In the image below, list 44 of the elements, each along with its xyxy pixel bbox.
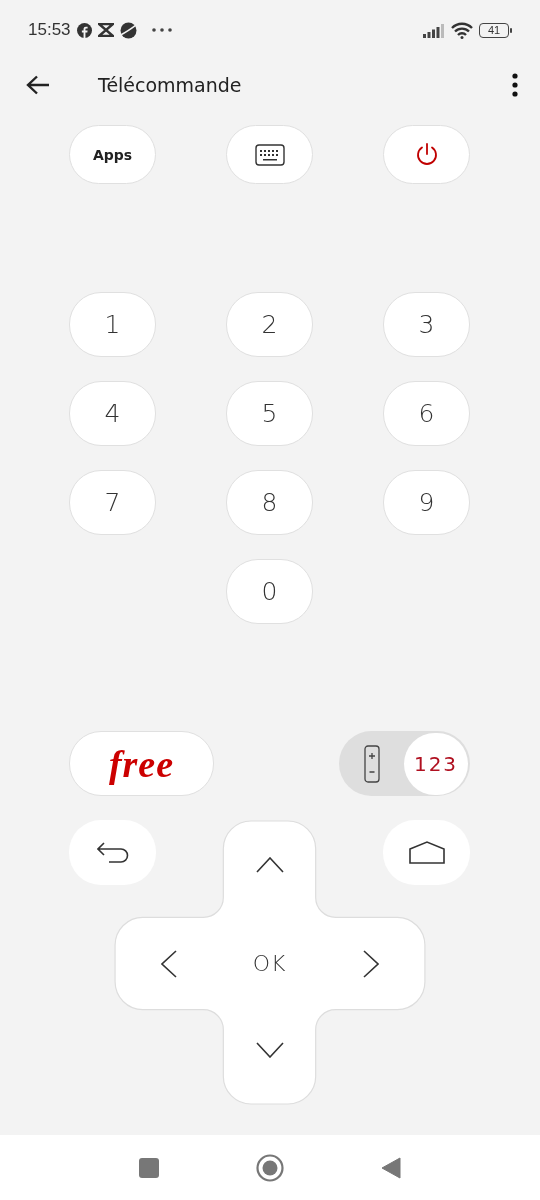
digit-key[interactable]: 5 xyxy=(226,381,313,446)
up-button[interactable] xyxy=(255,856,284,873)
menu-button[interactable] xyxy=(510,73,520,97)
back-nav-button[interactable] xyxy=(381,1156,401,1179)
screen-title: Télécommande xyxy=(98,74,243,96)
menu-icon xyxy=(512,73,518,97)
planet-icon xyxy=(119,21,137,39)
digit-key[interactable]: 6 xyxy=(383,381,470,446)
apps-button[interactable]: Apps xyxy=(69,125,156,184)
digit-key[interactable]: 4 xyxy=(69,381,156,446)
chevron-down-icon xyxy=(255,1041,284,1058)
free-logo-button[interactable]: free xyxy=(69,731,214,796)
chevron-right-icon xyxy=(363,949,379,978)
digit-key[interactable]: 7 xyxy=(69,470,156,535)
digit-key[interactable]: 2 xyxy=(226,292,313,357)
ok-button[interactable]: OK xyxy=(252,951,287,976)
remote-volume-icon xyxy=(364,744,380,783)
facebook-icon xyxy=(76,22,92,38)
home-icon xyxy=(408,841,445,864)
triangle-icon xyxy=(381,1156,401,1179)
down-button[interactable] xyxy=(255,1041,284,1058)
square-icon xyxy=(139,1157,159,1178)
home-nav-button[interactable] xyxy=(256,1153,284,1182)
wifi-icon xyxy=(451,21,473,39)
digit-key[interactable]: 3 xyxy=(383,292,470,357)
chevron-up-icon xyxy=(255,856,284,873)
power-icon xyxy=(414,142,439,167)
keyboard-icon xyxy=(254,143,285,166)
recents-button[interactable] xyxy=(139,1157,159,1178)
more-icon xyxy=(150,27,173,33)
circle-icon xyxy=(256,1153,284,1182)
signal-icon xyxy=(423,22,445,38)
digit-key[interactable]: 9 xyxy=(383,470,470,535)
chevron-left-icon xyxy=(160,949,177,978)
right-button[interactable] xyxy=(363,949,379,978)
left-button[interactable] xyxy=(160,949,177,978)
back-arrow-icon xyxy=(26,75,50,95)
return-icon xyxy=(96,841,129,864)
numbers-mode-button[interactable]: 123 xyxy=(404,732,468,795)
digit-key[interactable]: 1 xyxy=(69,292,156,357)
digit-key[interactable]: 0 xyxy=(226,559,313,624)
digit-key[interactable]: 8 xyxy=(226,470,313,535)
status-time: 15:53 xyxy=(28,20,71,40)
battery-icon: 41 xyxy=(479,22,512,38)
